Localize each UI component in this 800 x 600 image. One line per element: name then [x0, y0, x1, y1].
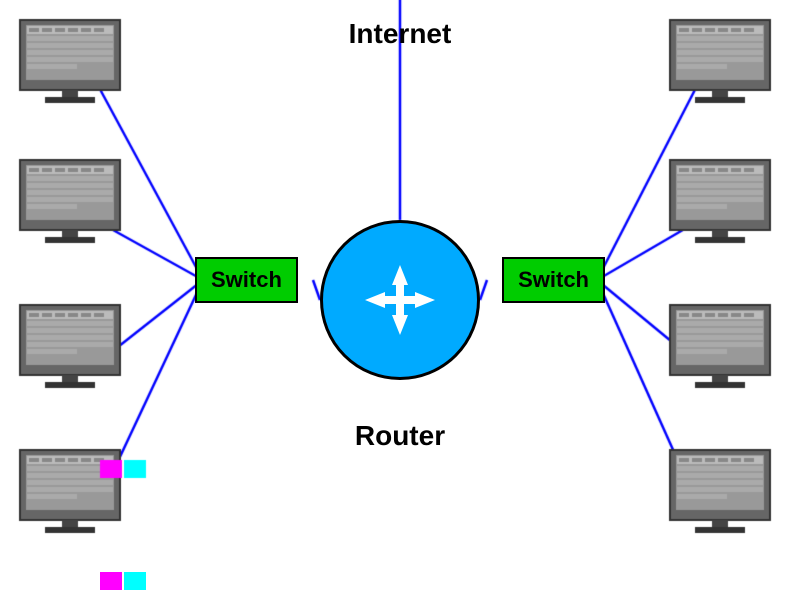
switch-right: Switch — [502, 257, 605, 303]
switch-left: Switch — [195, 257, 298, 303]
internet-label: Internet — [349, 18, 452, 50]
color-boxes — [100, 572, 146, 590]
router-arrows-svg — [355, 255, 445, 345]
color-box-cyan — [124, 572, 146, 590]
router-label: Router — [355, 420, 445, 452]
color-box-magenta — [100, 572, 122, 590]
router-icon — [320, 220, 480, 380]
